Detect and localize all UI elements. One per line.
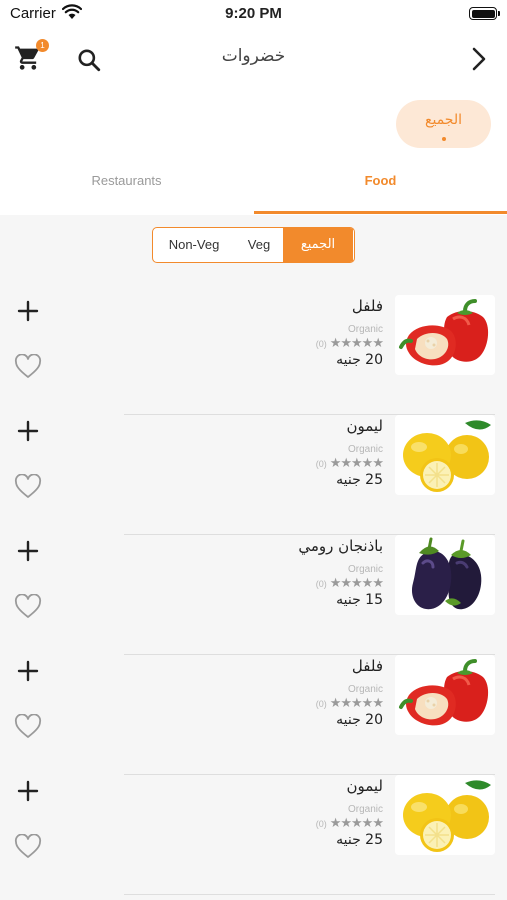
- category-chip-label: الجميع: [425, 112, 462, 128]
- rating-count: (0): [315, 819, 327, 829]
- product-subtitle: Organic: [347, 564, 383, 575]
- tab-active-indicator: [254, 211, 507, 214]
- product-price: 25 جنيه: [336, 832, 383, 848]
- bell-pepper-image: [395, 295, 495, 375]
- product-name: فلفل: [351, 297, 383, 315]
- product-subtitle: Organic: [347, 324, 383, 335]
- tab-food[interactable]: Food: [254, 160, 507, 215]
- eggplant-image: [395, 535, 495, 615]
- product-name: باذنجان رومي: [298, 537, 383, 555]
- heart-icon[interactable]: [14, 354, 42, 380]
- product-price: 15 جنيه: [336, 592, 383, 608]
- product-rating: (0) ★★★★★: [315, 336, 384, 351]
- list-item[interactable]: فلفل Organic (0) ★★★★★ 20 جنيه: [0, 295, 507, 415]
- product-name: ليمون: [346, 777, 383, 795]
- rating-count: (0): [315, 339, 327, 349]
- lemon-image: [395, 415, 495, 495]
- product-rating: (0) ★★★★★: [315, 816, 384, 831]
- tab-restaurants[interactable]: Restaurants: [0, 160, 253, 215]
- star-icons: ★★★★★: [329, 696, 384, 711]
- product-subtitle: Organic: [347, 444, 383, 455]
- product-price: 20 جنيه: [336, 712, 383, 728]
- battery-icon: [469, 7, 500, 20]
- heart-icon[interactable]: [14, 594, 42, 620]
- add-to-cart-icon[interactable]: [16, 539, 40, 563]
- chip-selected-indicator: [442, 137, 446, 141]
- list-item[interactable]: ليمون Organic (0) ★★★★★ 25 جنيه: [0, 775, 507, 895]
- page-title: خضروات: [221, 46, 286, 66]
- chevron-right-icon[interactable]: [471, 46, 487, 72]
- product-price: 25 جنيه: [336, 472, 383, 488]
- add-to-cart-icon[interactable]: [16, 299, 40, 323]
- filter-non-veg[interactable]: Non-Veg: [153, 228, 235, 262]
- product-subtitle: Organic: [347, 684, 383, 695]
- product-list: فلفل Organic (0) ★★★★★ 20 جنيه ليمون Org…: [0, 295, 507, 895]
- rating-count: (0): [315, 579, 327, 589]
- product-name: فلفل: [351, 657, 383, 675]
- star-icons: ★★★★★: [329, 336, 384, 351]
- product-name: ليمون: [346, 417, 383, 435]
- product-rating: (0) ★★★★★: [315, 456, 384, 471]
- product-list-area: Non-Veg Veg الجميع فلفل Organic (0) ★★★★…: [0, 215, 507, 900]
- status-time: 9:20 PM: [225, 5, 282, 22]
- star-icons: ★★★★★: [329, 816, 384, 831]
- status-bar: Carrier 9:20 PM: [0, 0, 507, 28]
- heart-icon[interactable]: [14, 834, 42, 860]
- diet-filter: Non-Veg Veg الجميع: [152, 227, 355, 263]
- product-rating: (0) ★★★★★: [315, 576, 384, 591]
- nav-bar: 1 خضروات: [0, 36, 507, 84]
- filter-all[interactable]: الجميع: [283, 228, 353, 262]
- filter-veg[interactable]: Veg: [235, 228, 283, 262]
- heart-icon[interactable]: [14, 714, 42, 740]
- tab-bar: Restaurants Food: [0, 160, 507, 215]
- category-chip-all[interactable]: الجميع: [396, 100, 491, 148]
- item-divider: [124, 894, 495, 895]
- star-icons: ★★★★★: [329, 576, 384, 591]
- list-item[interactable]: باذنجان رومي Organic (0) ★★★★★ 15 جنيه: [0, 535, 507, 655]
- rating-count: (0): [315, 699, 327, 709]
- add-to-cart-icon[interactable]: [16, 659, 40, 683]
- product-price: 20 جنيه: [336, 352, 383, 368]
- product-subtitle: Organic: [347, 804, 383, 815]
- lemon-image: [395, 775, 495, 855]
- rating-count: (0): [315, 459, 327, 469]
- bell-pepper-image: [395, 655, 495, 735]
- add-to-cart-icon[interactable]: [16, 779, 40, 803]
- add-to-cart-icon[interactable]: [16, 419, 40, 443]
- product-rating: (0) ★★★★★: [315, 696, 384, 711]
- star-icons: ★★★★★: [329, 456, 384, 471]
- heart-icon[interactable]: [14, 474, 42, 500]
- list-item[interactable]: فلفل Organic (0) ★★★★★ 20 جنيه: [0, 655, 507, 775]
- list-item[interactable]: ليمون Organic (0) ★★★★★ 25 جنيه: [0, 415, 507, 535]
